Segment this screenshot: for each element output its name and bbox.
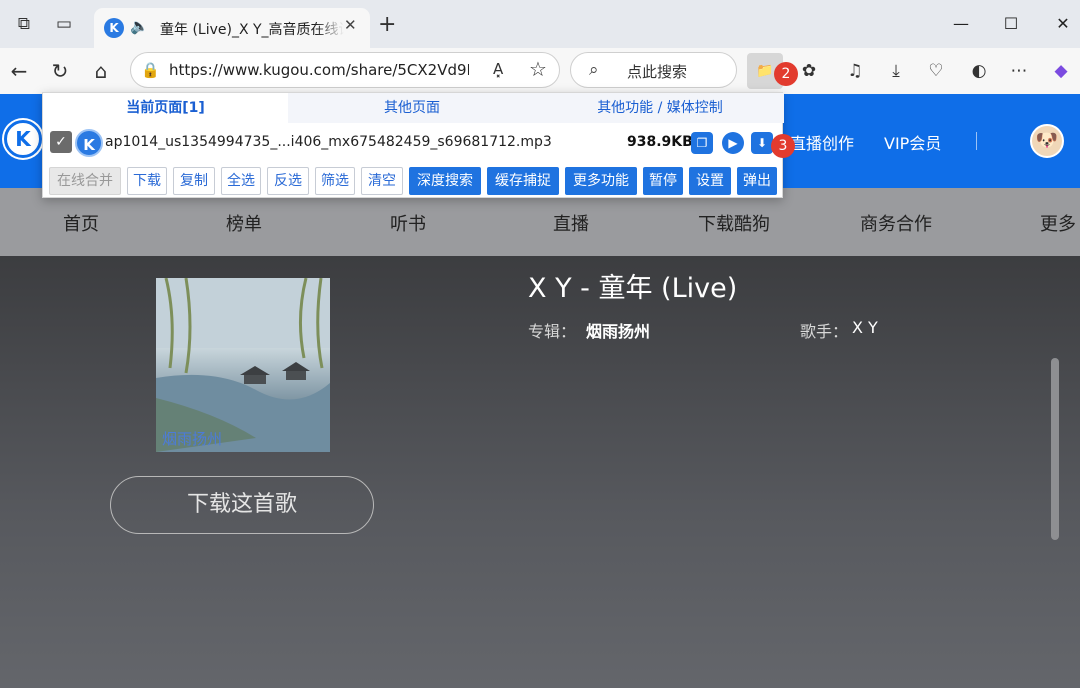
copilot-icon[interactable]: ◆ xyxy=(1042,48,1080,94)
scrollbar-thumb[interactable] xyxy=(1051,358,1059,540)
close-window-icon[interactable]: ✕ xyxy=(1036,0,1080,48)
download-button[interactable]: 下载 xyxy=(127,167,167,195)
cache-capture-button[interactable]: 缓存捕捉 xyxy=(487,167,559,195)
music-note-icon[interactable]: ♫ xyxy=(836,48,874,94)
more-menu-icon[interactable]: ⋯ xyxy=(1000,48,1038,94)
album-cover: 烟雨扬州 xyxy=(156,278,330,452)
address-bar[interactable]: 🔒 https://www.kugou.com/share/5CX2Vd9E..… xyxy=(130,52,560,88)
tab-other-functions[interactable]: 其他功能 / 媒体控制 xyxy=(536,93,784,123)
kugou-logo[interactable]: K xyxy=(4,120,42,158)
browser-toolbar: ← ↻ ⌂ 🔒 https://www.kugou.com/share/5CX2… xyxy=(0,48,1080,94)
minimize-icon[interactable]: — xyxy=(934,0,988,48)
refresh-icon[interactable]: ↻ xyxy=(41,48,79,94)
download-file-icon[interactable]: ⬇ xyxy=(751,132,773,154)
nav-business[interactable]: 商务合作 xyxy=(860,210,932,236)
read-aloud-icon[interactable]: A͓ xyxy=(493,60,503,78)
nav-audiobook[interactable]: 听书 xyxy=(390,210,426,236)
search-icon: ⌕ xyxy=(589,60,599,80)
settings-button[interactable]: 设置 xyxy=(689,167,731,195)
header-link-creator[interactable]: 直播创作 xyxy=(790,130,854,154)
pause-button[interactable]: 暂停 xyxy=(643,167,683,195)
media-downloader-popup: 当前页面[1] 其他页面 其他功能 / 媒体控制 ✓ K ap1014_us13… xyxy=(42,92,795,198)
popout-button[interactable]: 弹出 xyxy=(737,167,777,195)
nav-more[interactable]: 更多 xyxy=(1040,210,1076,236)
tab-current-page[interactable]: 当前页面[1] xyxy=(43,93,288,123)
speaker-icon[interactable]: 🔈 xyxy=(130,17,149,35)
album-label: 专辑： xyxy=(528,322,577,341)
rewards-icon[interactable]: ◐ xyxy=(960,48,998,94)
home-icon[interactable]: ⌂ xyxy=(82,48,120,94)
album-name-link[interactable]: 烟雨扬州 xyxy=(586,318,650,342)
active-tab[interactable]: K 🔈 童年 (Live)_X Y_高音质在线试听 ✕ xyxy=(94,8,370,48)
copy-file-icon[interactable]: ❐ xyxy=(691,132,713,154)
back-icon[interactable]: ← xyxy=(0,48,38,94)
play-icon[interactable]: ▶ xyxy=(722,132,744,154)
user-avatar[interactable]: 🐶 xyxy=(1030,124,1064,158)
singer-name-link[interactable]: X Y xyxy=(852,318,878,337)
health-icon[interactable]: ♡ xyxy=(917,48,955,94)
more-functions-button[interactable]: 更多功能 xyxy=(565,167,637,195)
file-name[interactable]: ap1014_us1354994735_...i406_mx675482459_… xyxy=(105,134,552,150)
download-song-button[interactable]: 下载这首歌 xyxy=(110,476,374,534)
invert-select-button[interactable]: 反选 xyxy=(267,167,309,195)
maximize-icon[interactable]: ☐ xyxy=(984,0,1038,48)
search-box[interactable]: ⌕ 点此搜索 xyxy=(570,52,737,88)
song-content: 烟雨扬州 下载这首歌 X Y - 童年 (Live) 专辑： 烟雨扬州 歌手： … xyxy=(0,256,1080,688)
filter-button[interactable]: 筛选 xyxy=(315,167,355,195)
nav-live[interactable]: 直播 xyxy=(553,210,589,236)
clear-button[interactable]: 清空 xyxy=(361,167,403,195)
tab-actions-icon[interactable]: ▭ xyxy=(44,0,84,48)
kugou-favicon-icon: K xyxy=(104,18,124,38)
kugou-file-icon: K xyxy=(75,129,103,157)
site-nav: 首页 榜单 听书 直播 下载酷狗 商务合作 更多 xyxy=(0,188,1080,256)
nav-home[interactable]: 首页 xyxy=(63,210,99,236)
tab-close-icon[interactable]: ✕ xyxy=(344,16,357,34)
cover-landscape-icon xyxy=(156,278,330,452)
file-checkbox[interactable]: ✓ xyxy=(50,131,72,153)
nav-download[interactable]: 下载酷狗 xyxy=(698,210,770,236)
merge-online-button[interactable]: 在线合并 xyxy=(49,167,121,195)
cover-caption: 烟雨扬州 xyxy=(162,430,223,448)
download-icon[interactable]: ⤓ xyxy=(877,48,915,94)
workspaces-icon[interactable]: ⧉ xyxy=(4,0,44,48)
popup-tabs: 当前页面[1] 其他页面 其他功能 / 媒体控制 xyxy=(43,93,784,123)
header-divider xyxy=(976,132,977,150)
step-badge: 3 xyxy=(771,134,795,158)
tab-other-pages[interactable]: 其他页面 xyxy=(288,93,536,123)
new-tab-icon[interactable]: + xyxy=(378,12,396,37)
favorite-star-icon[interactable]: ☆ xyxy=(529,57,547,81)
extensions-puzzle-icon[interactable]: ✿ xyxy=(790,48,828,94)
file-size: 938.9KB xyxy=(627,134,693,150)
select-all-button[interactable]: 全选 xyxy=(221,167,261,195)
singer-label: 歌手： xyxy=(800,322,849,341)
header-link-vip[interactable]: VIP会员 xyxy=(884,130,941,154)
copy-button[interactable]: 复制 xyxy=(173,167,215,195)
deep-search-button[interactable]: 深度搜索 xyxy=(409,167,481,195)
search-placeholder: 点此搜索 xyxy=(627,63,688,81)
browser-tab-bar: ⧉ ▭ K 🔈 童年 (Live)_X Y_高音质在线试听 ✕ + — ☐ ✕ xyxy=(0,0,1080,48)
nav-charts[interactable]: 榜单 xyxy=(226,210,262,236)
tab-title: 童年 (Live)_X Y_高音质在线试听 xyxy=(160,22,344,38)
song-title: X Y - 童年 (Live) xyxy=(528,273,738,304)
url-text[interactable]: https://www.kugou.com/share/5CX2Vd9E... xyxy=(169,61,469,79)
lock-icon[interactable]: 🔒 xyxy=(141,61,160,79)
